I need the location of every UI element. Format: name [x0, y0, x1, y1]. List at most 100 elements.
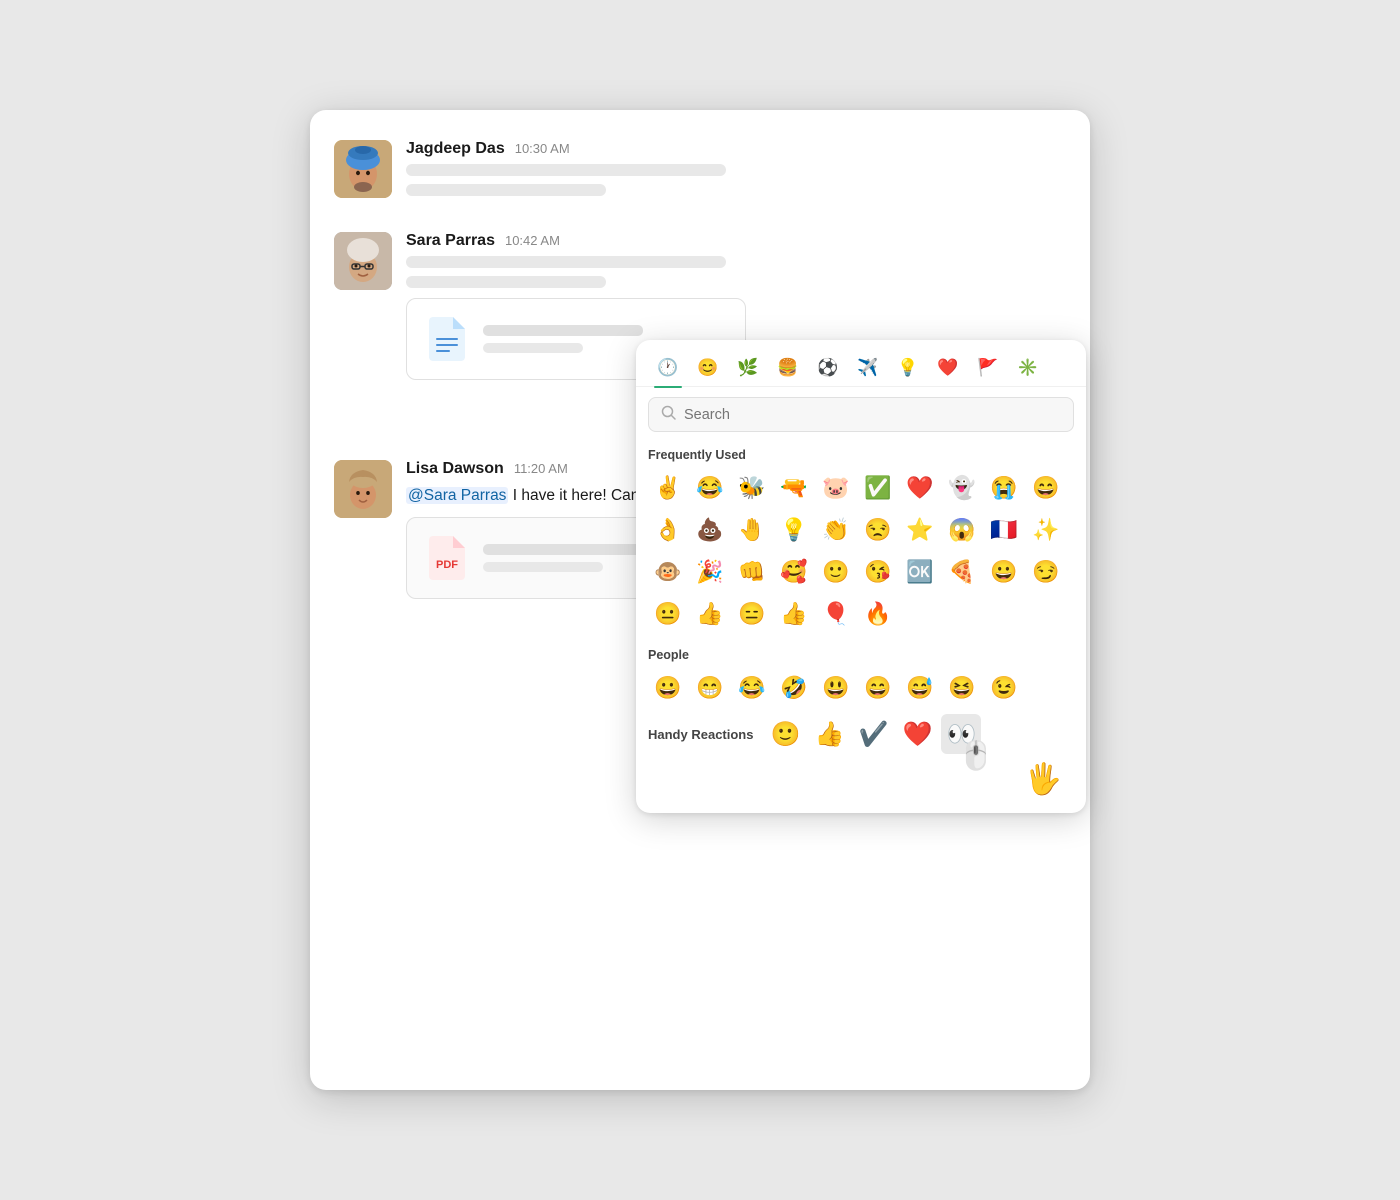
- file-line-1: [483, 325, 643, 336]
- tab-activity[interactable]: ⚽: [810, 350, 846, 386]
- pdf-icon-wrapper: PDF: [425, 532, 469, 584]
- emoji-cell[interactable]: 😂: [732, 668, 772, 708]
- search-bar: [648, 397, 1074, 432]
- emoji-cell[interactable]: 🎈: [816, 594, 856, 634]
- emoji-cell[interactable]: ⭐: [900, 510, 940, 550]
- emoji-cell[interactable]: 🐵: [648, 552, 688, 592]
- emoji-cell[interactable]: ✅: [858, 468, 898, 508]
- tab-recent[interactable]: 🕐: [650, 350, 686, 386]
- emoji-cell[interactable]: 😑: [732, 594, 772, 634]
- emoji-cell[interactable]: ❤️: [900, 468, 940, 508]
- section-label: Frequently Used: [648, 448, 1074, 462]
- emoji-cell[interactable]: 👻: [942, 468, 982, 508]
- emoji-cell[interactable]: 👍: [774, 594, 814, 634]
- tab-slack[interactable]: ✳️: [1010, 350, 1046, 386]
- emoji-cell[interactable]: 🥰: [774, 552, 814, 592]
- emoji-cell[interactable]: 😀: [648, 668, 688, 708]
- message-placeholder-line: [406, 256, 726, 268]
- emoji-cell[interactable]: 👊: [732, 552, 772, 592]
- emoji-cell[interactable]: 👏: [816, 510, 856, 550]
- emoji-cell[interactable]: 🤚: [732, 510, 772, 550]
- timestamp: 11:20 AM: [514, 461, 568, 476]
- message-placeholder-line: [406, 184, 606, 196]
- floating-hand: 🖐️: [636, 762, 1086, 805]
- tab-travel[interactable]: ✈️: [850, 350, 886, 386]
- emoji-cell[interactable]: 😅: [900, 668, 940, 708]
- file-line-2: [483, 343, 583, 353]
- emoji-cell[interactable]: 😄: [1026, 468, 1066, 508]
- emoji-cell[interactable]: 💡: [774, 510, 814, 550]
- emoji-cell[interactable]: 😃: [816, 668, 856, 708]
- frequently-used-section: Frequently Used ✌️ 😂 🐝 🔫 🐷 ✅ ❤️ 👻 😭 😄 👌: [636, 438, 1086, 638]
- message-header: Sara Parras 10:42 AM: [406, 232, 1066, 250]
- search-icon: [661, 405, 676, 424]
- tab-smileys[interactable]: 😊: [690, 350, 726, 386]
- message-placeholder-line: [406, 276, 606, 288]
- message-placeholder-line: [406, 164, 726, 176]
- message-row: 🕐 😊 🌿 🍔 ⚽ ✈️ 💡 ❤️ 🚩 ✳️: [334, 460, 1066, 599]
- file-icon-wrapper: [425, 313, 469, 365]
- emoji-cell[interactable]: 😁: [690, 668, 730, 708]
- sender-name: Sara Parras: [406, 232, 495, 250]
- emoji-cell[interactable]: 😄: [858, 668, 898, 708]
- message-row: Jagdeep Das 10:30 AM: [334, 140, 1066, 204]
- emoji-cell[interactable]: 🎉: [690, 552, 730, 592]
- handy-emoji-smiley[interactable]: 🙂: [765, 714, 805, 754]
- emoji-cell[interactable]: 😘: [858, 552, 898, 592]
- emoji-cell[interactable]: 👌: [648, 510, 688, 550]
- emoji-cell[interactable]: ✌️: [648, 468, 688, 508]
- handy-emoji-eyes[interactable]: 👀 🖱️: [941, 714, 981, 754]
- emoji-cell[interactable]: 😂: [690, 468, 730, 508]
- tab-nature[interactable]: 🌿: [730, 350, 766, 386]
- emoji-cell[interactable]: 🍕: [942, 552, 982, 592]
- emoji-cell[interactable]: 😀: [984, 552, 1024, 592]
- section-label: People: [648, 648, 1074, 662]
- frequently-used-grid: ✌️ 😂 🐝 🔫 🐷 ✅ ❤️ 👻 😭 😄 👌 💩 🤚 💡: [648, 468, 1074, 634]
- emoji-cell[interactable]: 🤣: [774, 668, 814, 708]
- emoji-cell[interactable]: 🔫: [774, 468, 814, 508]
- search-input[interactable]: [684, 407, 1061, 423]
- handy-reactions-label: Handy Reactions: [648, 727, 753, 742]
- sender-name: Jagdeep Das: [406, 140, 505, 158]
- emoji-cell[interactable]: 😉: [984, 668, 1024, 708]
- emoji-cell[interactable]: 😐: [648, 594, 688, 634]
- emoji-cell[interactable]: 🐝: [732, 468, 772, 508]
- emoji-cell[interactable]: 🇫🇷: [984, 510, 1024, 550]
- emoji-cell[interactable]: 🐷: [816, 468, 856, 508]
- app-window: Jagdeep Das 10:30 AM: [310, 110, 1090, 1090]
- emoji-cell[interactable]: 🔥: [858, 594, 898, 634]
- file-line-2: [483, 562, 603, 572]
- people-grid: 😀 😁 😂 🤣 😃 😄 😅 😆 😉: [648, 668, 1074, 708]
- emoji-cell[interactable]: 🙂: [816, 552, 856, 592]
- emoji-cell[interactable]: 😒: [858, 510, 898, 550]
- emoji-cell[interactable]: 😏: [1026, 552, 1066, 592]
- tab-symbols[interactable]: ❤️: [930, 350, 966, 386]
- svg-text:PDF: PDF: [436, 559, 458, 571]
- message-content: Jagdeep Das 10:30 AM: [406, 140, 1066, 204]
- emoji-cell[interactable]: 😭: [984, 468, 1024, 508]
- emoji-cell[interactable]: 😱: [942, 510, 982, 550]
- emoji-picker-body: Frequently Used ✌️ 😂 🐝 🔫 🐷 ✅ ❤️ 👻 😭 😄 👌: [636, 438, 1086, 813]
- handy-reactions-row: Handy Reactions 🙂 👍 ✔️ ❤️ 👀 🖱️: [636, 712, 1086, 762]
- tab-objects[interactable]: 💡: [890, 350, 926, 386]
- emoji-cell[interactable]: 🆗: [900, 552, 940, 592]
- emoji-picker: 🕐 😊 🌿 🍔 ⚽ ✈️ 💡 ❤️ 🚩 ✳️: [636, 340, 1086, 813]
- emoji-cell[interactable]: 😆: [942, 668, 982, 708]
- tab-flags[interactable]: 🚩: [970, 350, 1006, 386]
- avatar: [334, 460, 392, 518]
- mention[interactable]: @Sara Parras: [406, 487, 508, 504]
- message-header: Jagdeep Das 10:30 AM: [406, 140, 1066, 158]
- handy-emoji-thumbsup[interactable]: 👍: [809, 714, 849, 754]
- people-section: People 😀 😁 😂 🤣 😃 😄 😅 😆 😉: [636, 638, 1086, 712]
- emoji-picker-tabs: 🕐 😊 🌿 🍔 ⚽ ✈️ 💡 ❤️ 🚩 ✳️: [636, 340, 1086, 387]
- emoji-cell[interactable]: 👍: [690, 594, 730, 634]
- timestamp: 10:30 AM: [515, 141, 570, 156]
- tab-food[interactable]: 🍔: [770, 350, 806, 386]
- avatar: [334, 232, 392, 290]
- emoji-cell[interactable]: ✨: [1026, 510, 1066, 550]
- timestamp: 10:42 AM: [505, 233, 560, 248]
- handy-emoji-checkmark[interactable]: ✔️: [853, 714, 893, 754]
- handy-emoji-heart[interactable]: ❤️: [897, 714, 937, 754]
- avatar: [334, 140, 392, 198]
- emoji-cell[interactable]: 💩: [690, 510, 730, 550]
